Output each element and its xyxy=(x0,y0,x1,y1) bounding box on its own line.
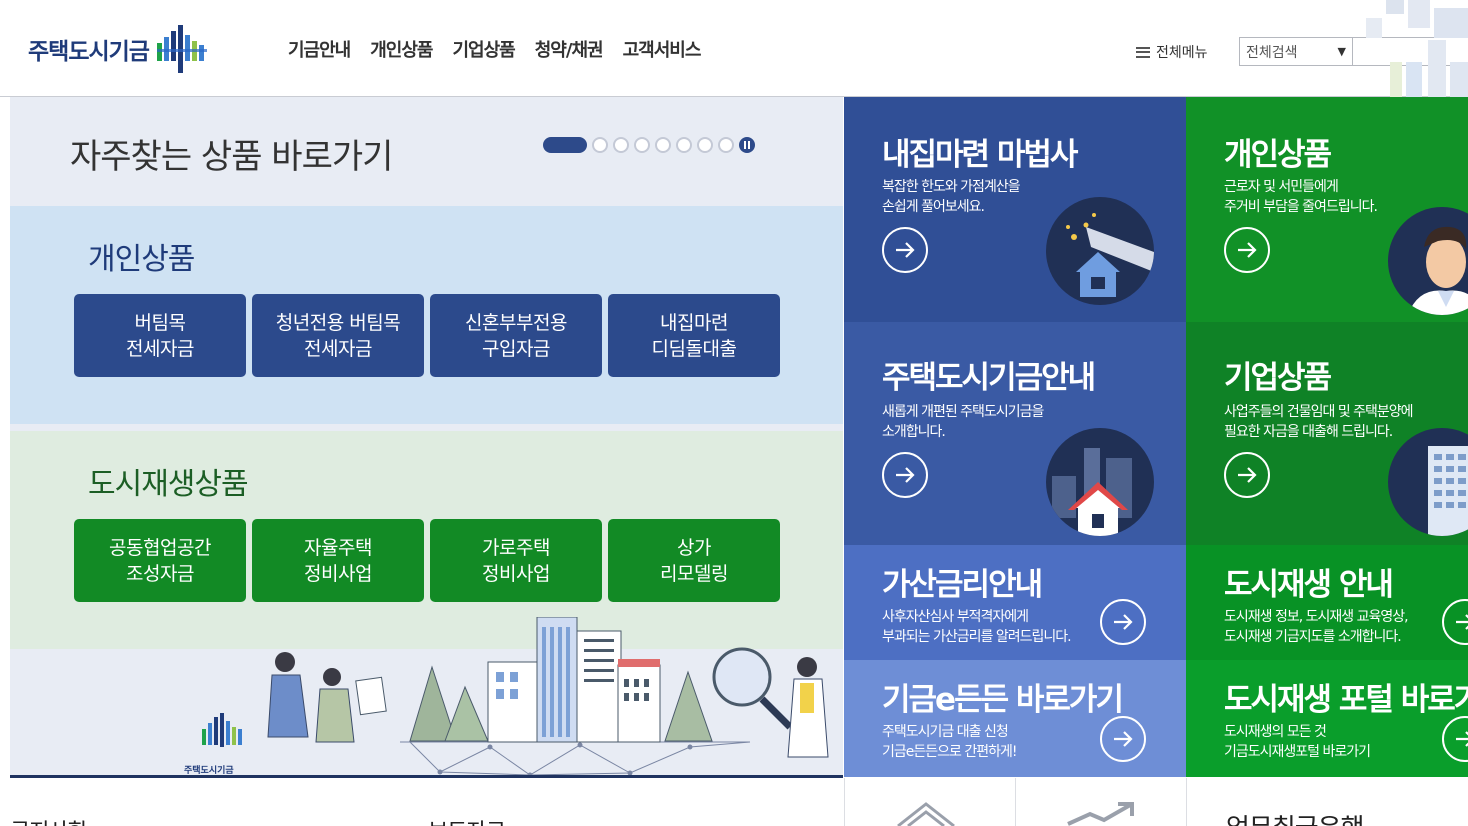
tile-desc: 사업주들의 건물임대 및 주택분양에 필요한 자금을 대출해 드립니다. xyxy=(1224,404,1414,440)
quick-links-title: 자주찾는 상품 바로가기 xyxy=(70,137,393,177)
partner-banks-title[interactable]: 업무취급은행 xyxy=(1226,808,1365,826)
tile-desc: 사후자산심사 부적격자에게 부과되는 가산금리를 알려드립니다. xyxy=(882,609,1072,645)
nav-fund-info[interactable]: 기금안내 xyxy=(288,36,351,62)
tile-urban-regeneration[interactable]: 도시재생 안내 도시재생 정보, 도시재생 교육영상, 도시재생 기금지도를 소… xyxy=(1186,545,1468,660)
logo-mark-icon xyxy=(156,25,207,73)
divider xyxy=(1186,778,1187,826)
urban-products-buttons: 공동협업공간 조성자금 자율주택 정비사업 가로주택 정비사업 상가 리모델링 xyxy=(74,519,780,602)
arrow-right-icon[interactable] xyxy=(1442,599,1468,645)
all-menu-button[interactable]: 전체메뉴 xyxy=(1136,42,1208,62)
tile-title: 기금e든든 바로가기 xyxy=(882,682,1124,718)
urban-section-title: 도시재생상품 xyxy=(88,467,249,502)
header-decoration xyxy=(1366,0,1468,97)
divider xyxy=(1015,778,1016,826)
tile-title: 가산금리안내 xyxy=(882,567,1043,603)
arrow-right-icon[interactable] xyxy=(1100,599,1146,645)
logo-text: 주택도시기금 xyxy=(28,39,150,65)
city-house-icon xyxy=(1046,428,1154,536)
pager-dot[interactable] xyxy=(718,137,734,153)
site-logo[interactable]: 주택도시기금 xyxy=(28,24,209,74)
tile-additional-rate[interactable]: 가산금리안내 사후자산심사 부적격자에게 부과되는 가산금리를 알려드립니다. xyxy=(844,545,1186,660)
tile-desc: 도시재생의 모든 것 기금도시재생포털 바로가기 xyxy=(1224,724,1371,760)
tile-title: 주택도시기금안내 xyxy=(882,360,1096,396)
product-button-coworking-space[interactable]: 공동협업공간 조성자금 xyxy=(74,519,246,602)
house-outline-icon xyxy=(897,802,955,826)
site-header: 주택도시기금 기금안내 개인상품 기업상품 청약/채권 고객서비스 전체메뉴 전… xyxy=(0,0,1468,97)
product-button-newlywed-purchase[interactable]: 신혼부부전용 구입자금 xyxy=(430,294,602,377)
person-icon xyxy=(1388,207,1468,315)
nav-business-products[interactable]: 기업상품 xyxy=(453,36,516,62)
building-icon xyxy=(1388,428,1468,536)
tile-business-products[interactable]: 기업상품 사업주들의 건물임대 및 주택분양에 필요한 자금을 대출해 드립니다… xyxy=(1186,322,1468,545)
personal-products-section: 개인상품 버팀목 전세자금 청년전용 버팀목 전세자금 신혼부부전용 구입자금 … xyxy=(10,206,843,424)
personal-products-buttons: 버팀목 전세자금 청년전용 버팀목 전세자금 신혼부부전용 구입자금 내집마련 … xyxy=(74,294,780,377)
product-button-didimdol[interactable]: 내집마련 디딤돌대출 xyxy=(608,294,780,377)
arrow-right-icon[interactable] xyxy=(1100,716,1146,762)
arrow-right-icon[interactable] xyxy=(1224,227,1270,273)
tile-title: 도시재생 포털 바로가기 xyxy=(1224,682,1468,718)
tile-title: 도시재생 안내 xyxy=(1224,567,1394,603)
tile-desc: 도시재생 정보, 도시재생 교육영상, 도시재생 기금지도를 소개합니다. xyxy=(1224,609,1409,645)
city-illustration xyxy=(202,617,829,777)
hamburger-icon xyxy=(1136,46,1150,58)
tile-title: 내집마련 마법사 xyxy=(882,137,1078,173)
tile-home-wizard[interactable]: 내집마련 마법사 복잡한 한도와 가점계산을 손쉽게 풀어보세요. xyxy=(844,97,1186,322)
pager-dot[interactable] xyxy=(592,137,608,153)
chevron-down-icon: ▼ xyxy=(1337,45,1346,58)
product-button-youth-beotimmok[interactable]: 청년전용 버팀목 전세자금 xyxy=(252,294,424,377)
pager-dot[interactable] xyxy=(634,137,650,153)
nav-personal-products[interactable]: 개인상품 xyxy=(370,36,433,62)
bottom-strip: 공지사항 보도자료 업무취급은행 xyxy=(0,778,1468,826)
divider xyxy=(844,778,845,826)
tile-title: 기업상품 xyxy=(1224,360,1332,396)
product-button-street-housing[interactable]: 가로주택 정비사업 xyxy=(430,519,602,602)
arrow-right-icon[interactable] xyxy=(882,227,928,273)
arrow-right-icon[interactable] xyxy=(1442,716,1468,762)
nav-subscription-bonds[interactable]: 청약/채권 xyxy=(535,36,604,62)
main-nav: 기금안내 개인상품 기업상품 청약/채권 고객서비스 xyxy=(288,36,720,62)
arrow-right-icon[interactable] xyxy=(882,452,928,498)
nav-customer-service[interactable]: 고객서비스 xyxy=(623,36,702,62)
tile-desc: 근로자 및 서민들에게 주거비 부담을 줄여드립니다. xyxy=(1224,179,1378,215)
personal-section-title: 개인상품 xyxy=(88,242,195,277)
trend-up-icon xyxy=(1067,802,1134,826)
product-button-autonomous-housing[interactable]: 자율주택 정비사업 xyxy=(252,519,424,602)
tile-egov-shortcut[interactable]: 기금e든든 바로가기 주택도시기금 대출 신청 기금e든든으로 간편하게! xyxy=(844,660,1186,777)
tile-desc: 주택도시기금 대출 신청 기금e든든으로 간편하게! xyxy=(882,724,1017,760)
pause-icon[interactable] xyxy=(739,137,755,153)
pager-dot[interactable] xyxy=(676,137,692,153)
tile-fund-guide[interactable]: 주택도시기금안내 새롭게 개편된 주택도시기금을 소개합니다. xyxy=(844,322,1186,545)
pager-dot[interactable] xyxy=(697,137,713,153)
pager-dot[interactable] xyxy=(543,137,587,153)
wizard-house-icon xyxy=(1046,197,1154,305)
press-tab[interactable]: 보도자료 xyxy=(428,814,506,826)
notice-tab[interactable]: 공지사항 xyxy=(10,814,88,826)
search-scope-value: 전체검색 xyxy=(1246,44,1298,61)
quick-links-panel: 자주찾는 상품 바로가기 개인상품 버팀목 전세자금 청년전용 버팀목 전세자금… xyxy=(10,97,843,777)
pager-dot[interactable] xyxy=(613,137,629,153)
all-menu-label: 전체메뉴 xyxy=(1156,45,1208,61)
tile-urban-portal[interactable]: 도시재생 포털 바로가기 도시재생의 모든 것 기금도시재생포털 바로가기 xyxy=(1186,660,1468,777)
search-scope-select[interactable]: 전체검색 ▼ xyxy=(1239,37,1353,66)
tile-personal-products[interactable]: 개인상품 근로자 및 서민들에게 주거비 부담을 줄여드립니다. xyxy=(1186,97,1468,322)
arrow-right-icon[interactable] xyxy=(1224,452,1270,498)
tile-desc: 새롭게 개편된 주택도시기금을 소개합니다. xyxy=(882,404,1044,440)
product-button-beotimmok[interactable]: 버팀목 전세자금 xyxy=(74,294,246,377)
pager-dot[interactable] xyxy=(655,137,671,153)
tile-desc: 복잡한 한도와 가점계산을 손쉽게 풀어보세요. xyxy=(882,179,1021,215)
product-button-shop-remodeling[interactable]: 상가 리모델링 xyxy=(608,519,780,602)
carousel-pager xyxy=(543,137,755,153)
tile-title: 개인상품 xyxy=(1224,137,1332,173)
